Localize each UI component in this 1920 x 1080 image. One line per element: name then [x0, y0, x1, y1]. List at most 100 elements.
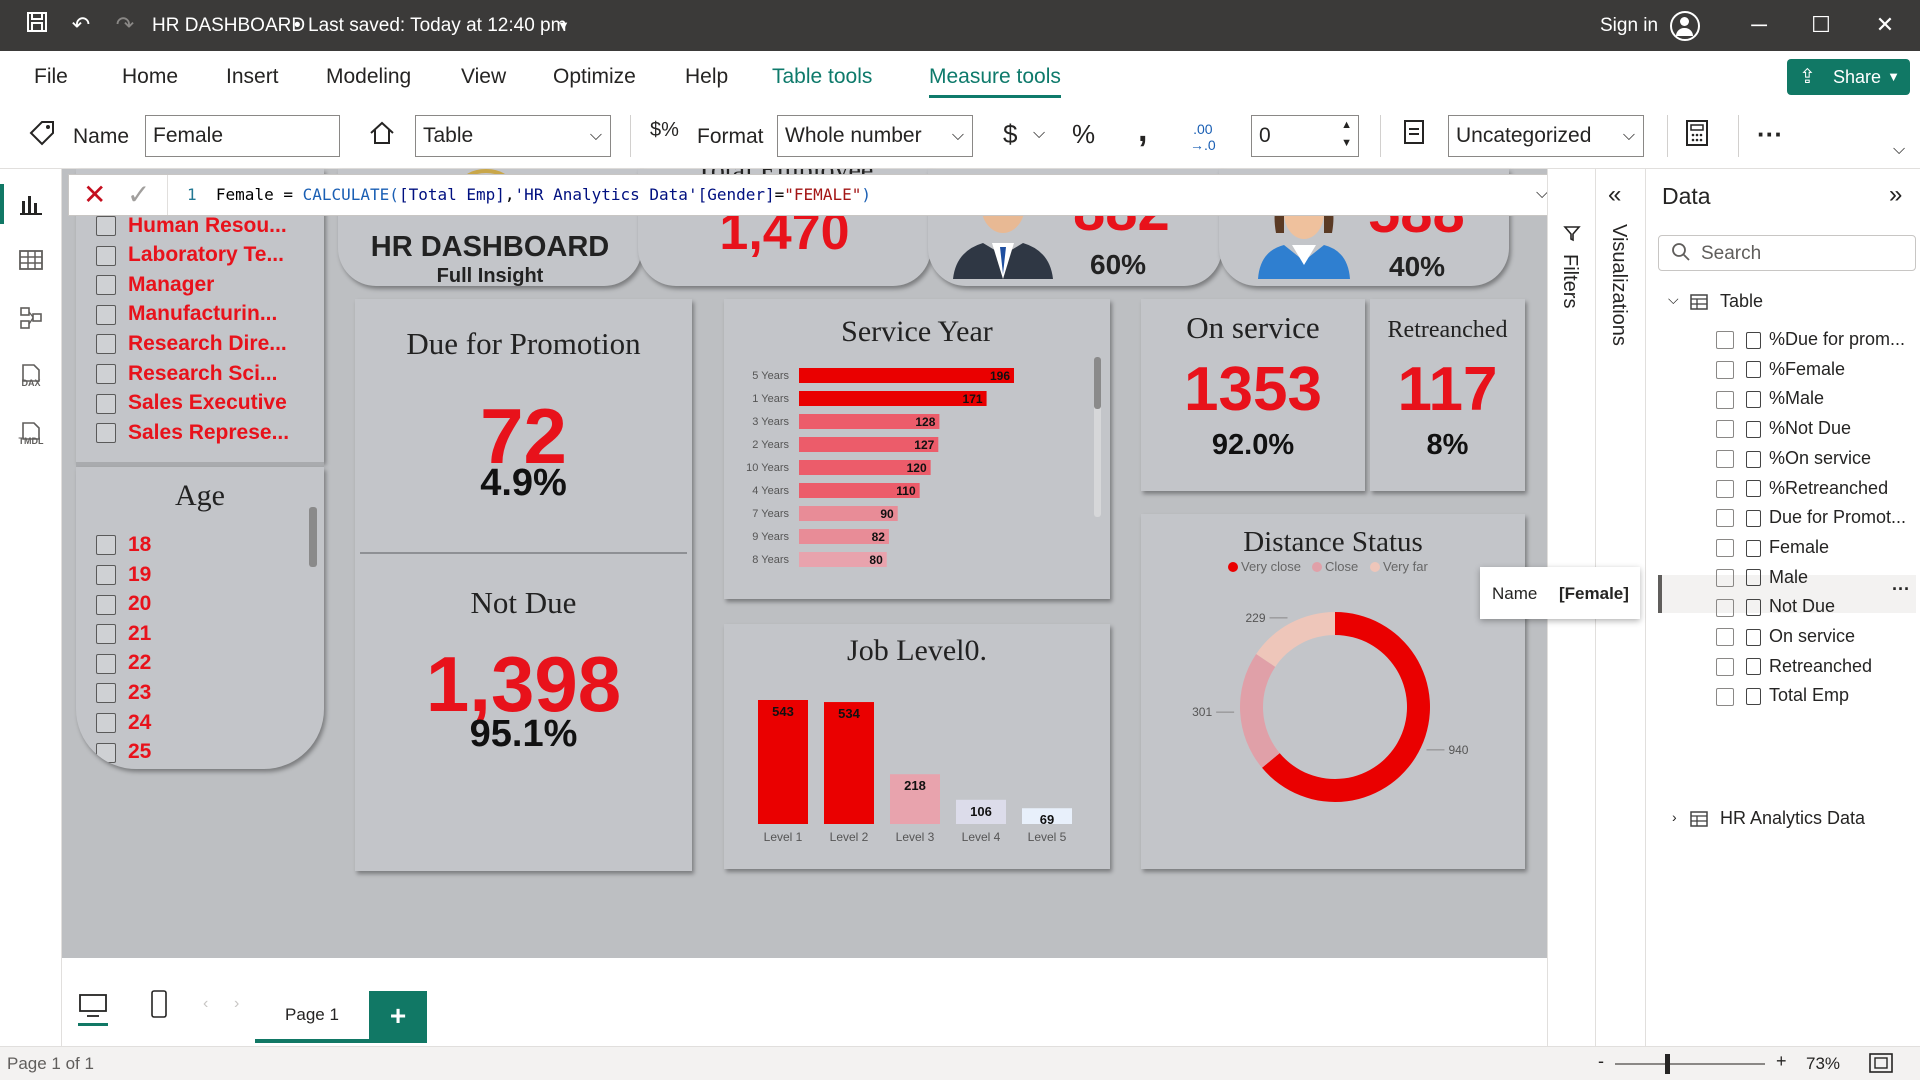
field-checkbox[interactable] — [1716, 479, 1734, 498]
checkbox[interactable] — [96, 334, 116, 355]
age-option[interactable]: 24 — [96, 711, 151, 737]
checkbox[interactable] — [96, 364, 116, 385]
chart-scrollbar-thumb[interactable] — [1094, 357, 1101, 409]
next-page-icon[interactable]: › — [234, 995, 239, 1013]
data-category-select[interactable]: Uncategorized ⌵ — [1448, 115, 1644, 157]
add-page-button[interactable]: + — [369, 991, 427, 1043]
zoom-slider-thumb[interactable] — [1665, 1054, 1670, 1074]
checkbox[interactable] — [96, 535, 116, 556]
save-icon[interactable] — [22, 10, 52, 40]
zoom-out-button[interactable]: - — [1598, 1051, 1604, 1072]
job-role-option[interactable]: Sales Executive — [96, 391, 287, 417]
previous-page-icon[interactable]: ‹ — [203, 995, 208, 1013]
field-checkbox[interactable] — [1716, 509, 1734, 528]
checkbox[interactable] — [96, 713, 116, 734]
dax-expression-input[interactable]: 1 Female = CALCULATE([Total Emp],'HR Ana… — [187, 183, 871, 207]
donut-slice[interactable] — [1240, 653, 1280, 768]
field-checkbox[interactable] — [1716, 568, 1734, 587]
expand-pane-icon[interactable]: « — [1608, 181, 1621, 209]
job-role-option[interactable]: Manager — [96, 273, 214, 299]
field-more-options-icon[interactable]: ··· — [1892, 579, 1910, 600]
commit-formula-icon[interactable]: ✓ — [127, 180, 150, 210]
menu-table-tools[interactable]: Table tools — [772, 65, 872, 89]
comma-button[interactable]: , — [1138, 111, 1147, 150]
age-option[interactable]: 22 — [96, 651, 151, 677]
field-checkbox[interactable] — [1716, 657, 1734, 676]
job-role-option[interactable]: Laboratory Te... — [96, 243, 284, 269]
close-icon[interactable]: ✕ — [1870, 10, 1900, 40]
checkbox[interactable] — [96, 624, 116, 645]
ribbon-collapse-icon[interactable]: ⌵ — [1893, 141, 1905, 159]
spinner-icon[interactable]: ▲ ▼ — [1341, 116, 1352, 152]
service-year-bar[interactable] — [799, 368, 1014, 383]
table-collapse-chevron-icon[interactable]: › — [1672, 809, 1677, 825]
user-avatar-icon[interactable] — [1670, 11, 1700, 41]
other-table-name[interactable]: HR Analytics Data — [1720, 808, 1865, 829]
measure-field[interactable]: %Female — [1716, 359, 1845, 380]
field-checkbox[interactable] — [1716, 539, 1734, 558]
measure-field[interactable]: %Not Due — [1716, 418, 1851, 439]
percent-button[interactable]: % — [1072, 119, 1095, 150]
undo-icon[interactable]: ↶ — [66, 10, 96, 40]
report-view-icon[interactable] — [16, 191, 46, 221]
minimize-icon[interactable]: ─ — [1744, 10, 1774, 40]
menu-help[interactable]: Help — [685, 65, 728, 89]
currency-button[interactable]: $ — [1003, 119, 1017, 150]
measure-field[interactable]: %On service — [1716, 448, 1871, 469]
measure-field[interactable]: %Due for prom... — [1716, 329, 1905, 350]
cancel-formula-icon[interactable]: ✕ — [83, 180, 106, 210]
data-search-input[interactable]: Search — [1658, 235, 1916, 271]
redo-icon[interactable]: ↷ — [110, 10, 140, 40]
age-slicer-scrollbar[interactable] — [309, 507, 317, 567]
zoom-slider-track[interactable] — [1615, 1063, 1765, 1065]
field-checkbox[interactable] — [1716, 450, 1734, 469]
calculator-icon[interactable] — [1685, 119, 1709, 154]
measure-name-input[interactable]: Female — [145, 115, 340, 157]
measure-field[interactable]: %Retreanched — [1716, 478, 1888, 499]
checkbox[interactable] — [96, 594, 116, 615]
measure-field[interactable]: %Male — [1716, 388, 1824, 409]
menu-insert[interactable]: Insert — [226, 65, 279, 89]
donut-slice[interactable] — [1256, 612, 1335, 667]
menu-home[interactable]: Home — [122, 65, 178, 89]
menu-modeling[interactable]: Modeling — [326, 65, 411, 89]
age-option[interactable]: 20 — [96, 592, 151, 618]
share-button[interactable]: ⇪ Share ▼ — [1787, 59, 1910, 95]
legend-label[interactable]: Very far — [1383, 559, 1428, 574]
job-role-option[interactable]: Research Dire... — [96, 332, 287, 358]
field-checkbox[interactable] — [1716, 360, 1734, 379]
zoom-in-button[interactable]: + — [1776, 1051, 1787, 1072]
currency-dropdown-icon[interactable]: ⌵ — [1033, 125, 1045, 143]
decimal-places-input[interactable]: 0 ▲ ▼ — [1251, 115, 1359, 157]
menu-measure-tools[interactable]: Measure tools — [929, 65, 1061, 98]
checkbox[interactable] — [96, 393, 116, 414]
maximize-icon[interactable]: ☐ — [1806, 10, 1836, 40]
page-tab-1[interactable]: Page 1 — [255, 991, 369, 1043]
age-option[interactable]: 23 — [96, 681, 151, 707]
table-expand-chevron-icon[interactable]: ⌵ — [1668, 291, 1679, 308]
checkbox[interactable] — [96, 653, 116, 674]
job-role-option[interactable]: Manufacturin... — [96, 302, 277, 328]
format-select[interactable]: Whole number ⌵ — [777, 115, 973, 157]
age-option[interactable]: 21 — [96, 622, 151, 648]
age-option[interactable]: 25 — [96, 740, 151, 766]
collapse-pane-icon[interactable]: » — [1889, 181, 1902, 209]
age-option[interactable]: 19 — [96, 563, 151, 589]
measure-field[interactable]: Due for Promot... — [1716, 507, 1906, 528]
checkbox[interactable] — [96, 423, 116, 444]
model-view-icon[interactable] — [16, 305, 46, 335]
sign-in-link[interactable]: Sign in — [1600, 15, 1658, 37]
service-year-bar[interactable] — [799, 391, 987, 406]
job-role-option[interactable]: Human Resou... — [96, 214, 287, 240]
desktop-layout-icon[interactable] — [78, 993, 108, 1019]
checkbox[interactable] — [96, 565, 116, 586]
measure-field[interactable]: Female — [1716, 537, 1829, 558]
legend-label[interactable]: Very close — [1241, 559, 1301, 574]
measure-field[interactable]: Male — [1716, 567, 1808, 588]
checkbox[interactable] — [96, 683, 116, 704]
checkbox[interactable] — [96, 275, 116, 296]
table-view-icon[interactable] — [16, 247, 46, 277]
title-dropdown-icon[interactable]: ▼ — [557, 18, 570, 33]
measure-field[interactable]: Not Due — [1716, 596, 1835, 617]
field-checkbox[interactable] — [1716, 628, 1734, 647]
